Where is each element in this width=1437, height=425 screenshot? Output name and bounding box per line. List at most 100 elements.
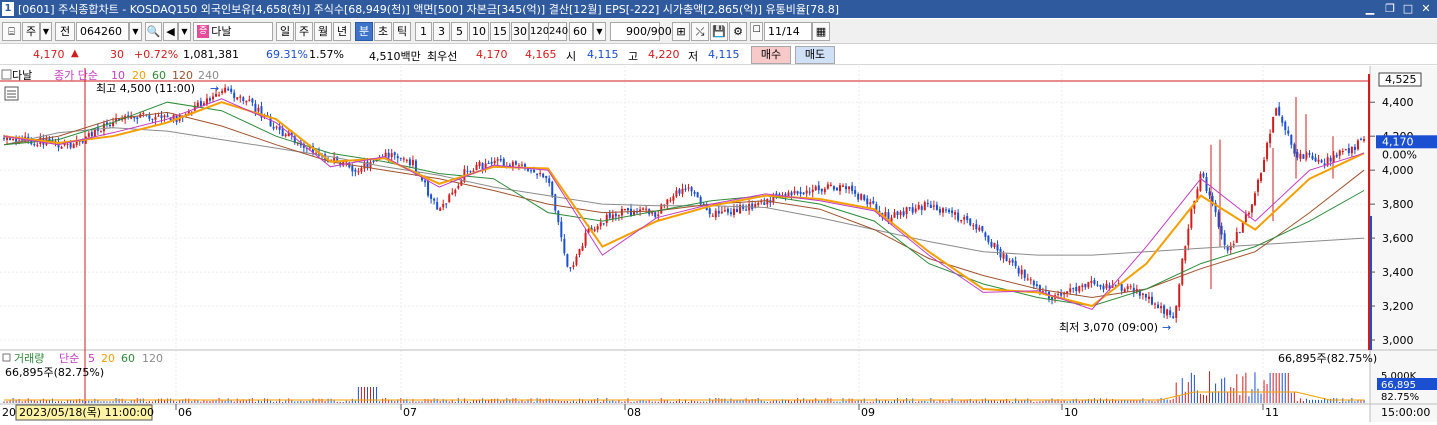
candle-body [1126,286,1129,289]
stock-name-field[interactable]: 증 다날 [193,22,273,41]
candle-body [427,180,430,196]
chart-menu-icon[interactable]: ⌸ [2,22,21,41]
count-field[interactable]: 900 /900 [610,22,672,41]
candle-body [430,194,433,199]
interval-5[interactable]: 5 [451,22,468,41]
maximize-icon[interactable]: □ [1399,1,1417,16]
quote-ask: 4,170 [476,48,508,61]
candle-body [1350,146,1353,154]
candle-body [60,146,63,149]
interval-120[interactable]: 120 [529,22,549,41]
candle-body [236,97,239,100]
candle-body [711,215,714,217]
candle-body [254,103,257,113]
candle-body [548,178,551,183]
candle-body [530,170,533,172]
interval-30[interactable]: 30 [511,22,529,41]
candle-body [948,209,951,212]
date-checkbox[interactable]: ☐ [750,22,763,41]
period-day[interactable]: 일 [276,22,294,41]
calendar-icon[interactable]: ▦ [812,22,830,41]
candle-body [1253,193,1256,206]
candle-body [272,126,275,129]
candle-body [935,204,938,210]
candle-body [357,171,360,173]
candle-body [402,158,405,160]
candle-body [1129,286,1132,288]
sell-button[interactable]: 매도 [795,46,835,64]
candle-body [1235,232,1238,243]
date-input[interactable]: 11/14 [764,22,812,41]
candle-body [166,115,169,118]
candle-body [205,98,208,104]
period-week[interactable]: 주 [295,22,313,41]
candle-body [351,165,354,172]
interval-input[interactable]: 60 [569,22,593,41]
high-annotation: 최고 4,500 (11:00) [96,82,195,95]
candle-body [414,160,417,173]
save-icon[interactable]: 💾 [710,22,728,41]
interval-10[interactable]: 10 [469,22,489,41]
candle-body [872,200,875,204]
period-year[interactable]: 년 [333,22,351,41]
candle-body [233,92,236,99]
candle-body [672,196,675,201]
candle-body [1359,138,1362,140]
period-month[interactable]: 월 [314,22,332,41]
close-icon[interactable]: ✕ [1417,1,1435,16]
candle-body [1338,150,1341,156]
candle-body [1035,284,1038,287]
candle-body [1329,157,1332,162]
buy-button[interactable]: 매수 [751,46,791,64]
chart-area[interactable]: 다날 종가 단순 10 20 60 120 240 최고 4,500 (11:0… [0,66,1437,422]
candle-body [230,88,233,92]
minimize-icon[interactable]: ▁ [1361,1,1379,16]
chevron-down-icon[interactable]: ▼ [40,22,52,41]
candle-body [1320,160,1323,163]
period-second[interactable]: 초 [374,22,392,41]
stock-code-input[interactable]: 064260 [76,22,129,41]
candle-body [1272,116,1275,133]
compare-icon[interactable]: ⤯ [691,22,709,41]
candle-body [1250,204,1253,213]
high-arrow-icon: → [210,82,219,95]
restore-icon[interactable]: ❐ [1381,1,1399,16]
interval-240[interactable]: 240 [548,22,568,41]
candle-body [1347,148,1350,154]
candle-body [396,156,399,159]
candle-body [545,175,548,179]
interval-3[interactable]: 3 [433,22,450,41]
speaker-dropdown-icon[interactable]: ▼ [178,22,191,41]
market-select[interactable]: 주 [22,22,40,41]
vol-ma5-label: 5 [88,352,95,365]
gear-icon[interactable]: ⚙ [729,22,747,41]
search-icon[interactable]: 🔍 [145,22,162,41]
candle-icon[interactable]: ⊞ [672,22,690,41]
interval-15[interactable]: 15 [490,22,510,41]
speaker-icon[interactable]: ◀ [163,22,178,41]
candle-body [1123,289,1126,293]
candle-body [1238,232,1241,234]
candle-body [1069,288,1072,292]
interval-dropdown-icon[interactable]: ▼ [593,22,606,41]
volume-collapse-icon[interactable] [2,353,11,362]
interval-1[interactable]: 1 [415,22,432,41]
collapse-icon[interactable] [1,69,12,80]
candle-body [666,199,669,205]
candle-body [1278,106,1281,116]
crosshair-date: 2023/05/18(목) 11:00:00 [19,406,154,419]
candle-body [1150,296,1153,305]
prev-button[interactable]: 전 [55,22,75,41]
code-dropdown-icon[interactable]: ▼ [129,22,142,41]
stock-name: 다날 [211,25,232,38]
stock-chart[interactable]: 다날 종가 단순 10 20 60 120 240 최고 4,500 (11:0… [0,66,1437,422]
candle-body [1202,173,1205,177]
period-tick[interactable]: 틱 [393,22,411,41]
candle-body [766,198,769,205]
quote-bid: 4,165 [525,48,557,61]
candle-body [533,170,536,173]
period-minute[interactable]: 분 [355,22,373,41]
candle-body [1008,260,1011,263]
x-tick-label: 11 [1265,406,1279,419]
candle-body [611,214,614,219]
